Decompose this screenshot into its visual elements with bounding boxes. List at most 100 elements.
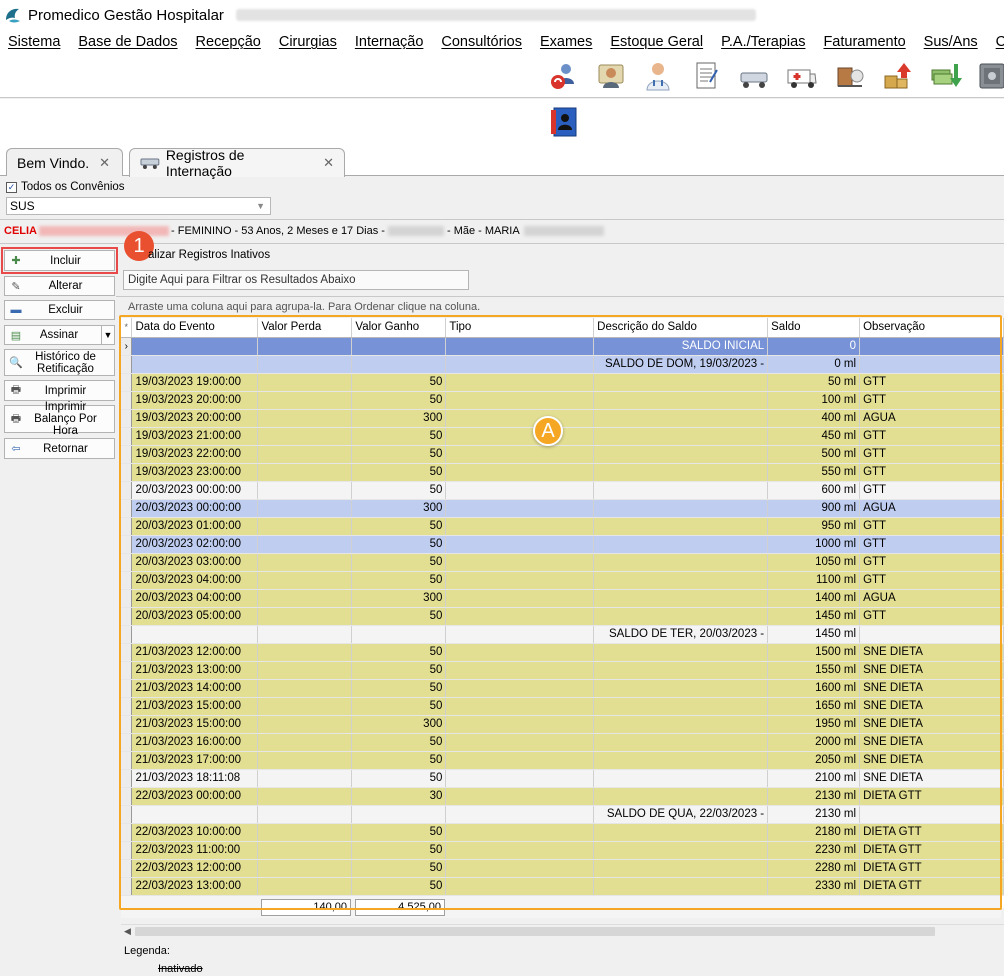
historico-retificacao-button[interactable]: 🔍 Histórico de Retificação	[4, 349, 115, 376]
safe-icon[interactable]	[976, 60, 1004, 92]
menu-faturamento[interactable]: Faturamento	[814, 34, 914, 50]
scrollbar-thumb[interactable]	[135, 927, 935, 936]
cell-data-evento: 20/03/2023 04:00:00	[131, 589, 259, 608]
table-row[interactable]: 20/03/2023 05:00:00 50 1450 ml GTT	[121, 607, 1004, 626]
table-row[interactable]: 21/03/2023 13:00:00 50 1550 ml SNE DIETA	[121, 661, 1004, 680]
cell-descricao-saldo	[593, 859, 769, 878]
table-row[interactable]: 22/03/2023 11:00:00 50 2230 ml DIETA GTT	[121, 841, 1004, 860]
table-row[interactable]: 21/03/2023 15:00:00 300 1950 ml SNE DIETA	[121, 715, 1004, 734]
table-row[interactable]: 20/03/2023 01:00:00 50 950 ml GTT	[121, 517, 1004, 536]
total-valor-ganho: 4.525,00	[355, 899, 445, 916]
column-observacao[interactable]: Observação	[859, 318, 1004, 338]
cell-valor-ganho: 50	[351, 373, 447, 392]
menu-consultorios[interactable]: Consultórios	[432, 34, 531, 50]
ambulance-icon[interactable]	[786, 60, 818, 92]
convenio-select[interactable]: SUS ▼	[6, 197, 271, 215]
table-row[interactable]: 20/03/2023 04:00:00 50 1100 ml GTT	[121, 571, 1004, 590]
table-row[interactable]: 20/03/2023 02:00:00 50 1000 ml GTT	[121, 535, 1004, 554]
pharmacy-icon[interactable]	[834, 60, 866, 92]
cell-valor-perda	[257, 445, 353, 464]
imprimir-balanco-button[interactable]: 🖶 Imprimir Balanço Por Hora	[4, 401, 115, 437]
table-row[interactable]: 20/03/2023 04:00:00 300 1400 ml AGUA	[121, 589, 1004, 608]
excluir-label: Excluir	[48, 304, 83, 316]
table-row[interactable]: SALDO DE QUA, 22/03/2023 -2130 ml	[121, 805, 1004, 824]
reception-icon[interactable]	[596, 60, 628, 92]
table-row[interactable]: 22/03/2023 00:00:00 30 2130 ml DIETA GTT	[121, 787, 1004, 806]
cell-observacao: SNE DIETA	[859, 715, 1004, 734]
tab-registros-internacao[interactable]: Registros de Internação ✕	[129, 147, 345, 179]
table-row[interactable]: 19/03/2023 23:00:00 50 550 ml GTT	[121, 463, 1004, 482]
table-row[interactable]: SALDO DE TER, 20/03/2023 -1450 ml	[121, 625, 1004, 644]
cell-valor-ganho: 50	[351, 841, 447, 860]
agenda-book-icon[interactable]	[548, 106, 580, 138]
row-indicator	[121, 859, 133, 878]
row-indicator	[121, 679, 133, 698]
assinar-dropdown-icon[interactable]: ▼	[101, 326, 114, 344]
table-row[interactable]: SALDO DE DOM, 19/03/2023 -0 ml	[121, 355, 1004, 374]
table-row[interactable]: 21/03/2023 15:00:00 50 1650 ml SNE DIETA	[121, 697, 1004, 716]
row-indicator	[121, 427, 133, 446]
todos-convenios-checkbox[interactable]: ✓	[6, 181, 17, 193]
column-data-evento[interactable]: Data do Evento	[131, 318, 259, 338]
table-row[interactable]: 21/03/2023 17:00:00 50 2050 ml SNE DIETA	[121, 751, 1004, 770]
users-sync-icon[interactable]	[548, 60, 580, 92]
menu-pa-terapias[interactable]: P.A./Terapias	[712, 34, 814, 50]
table-row[interactable]: 21/03/2023 12:00:00 50 1500 ml SNE DIETA	[121, 643, 1004, 662]
table-row[interactable]: 21/03/2023 18:11:08 50 2100 ml SNE DIETA	[121, 769, 1004, 788]
close-icon[interactable]: ✕	[323, 155, 334, 171]
menu-more[interactable]: C	[987, 34, 1004, 50]
table-row[interactable]: 22/03/2023 12:00:00 50 2280 ml DIETA GTT	[121, 859, 1004, 878]
table-row[interactable]: › SALDO INICIAL 0	[121, 337, 1004, 356]
table-row[interactable]: 19/03/2023 20:00:00 50 100 ml GTT	[121, 391, 1004, 410]
menu-base-de-dados[interactable]: Base de Dados	[69, 34, 186, 50]
row-indicator	[121, 571, 133, 590]
cell-observacao: SNE DIETA	[859, 697, 1004, 716]
incluir-button[interactable]: ✚ Incluir	[1, 247, 118, 274]
table-row[interactable]: 19/03/2023 19:00:00 50 50 ml GTT	[121, 373, 1004, 392]
cell-valor-perda	[257, 553, 353, 572]
imprimir-button[interactable]: 🖶 Imprimir	[4, 380, 115, 401]
column-tipo[interactable]: Tipo	[445, 318, 595, 338]
money-down-icon[interactable]	[930, 60, 962, 92]
table-row[interactable]: 20/03/2023 03:00:00 50 1050 ml GTT	[121, 553, 1004, 572]
menu-sistema[interactable]: Sistema	[0, 34, 69, 50]
balance-table: * Data do Evento Valor Perda Valor Ganho…	[121, 318, 1004, 896]
cell-valor-perda	[257, 355, 353, 374]
retornar-button[interactable]: ⇦ Retornar	[4, 438, 115, 459]
filter-input[interactable]: Digite Aqui para Filtrar os Resultados A…	[123, 270, 469, 290]
scroll-left-icon[interactable]: ◀	[124, 926, 131, 937]
cell-saldo: 2100 ml	[767, 769, 861, 788]
assinar-button[interactable]: ▤ Assinar ▼	[4, 325, 115, 345]
close-icon[interactable]: ✕	[99, 155, 110, 171]
table-row[interactable]: 19/03/2023 22:00:00 50 500 ml GTT	[121, 445, 1004, 464]
menu-cirurgias[interactable]: Cirurgias	[270, 34, 346, 50]
table-row[interactable]: 20/03/2023 00:00:00 50 600 ml GTT	[121, 481, 1004, 500]
document-icon[interactable]	[690, 60, 722, 92]
table-row[interactable]: 21/03/2023 14:00:00 50 1600 ml SNE DIETA	[121, 679, 1004, 698]
doctor-icon[interactable]	[642, 60, 674, 92]
menu-estoque-geral[interactable]: Estoque Geral	[601, 34, 712, 50]
cell-observacao: GTT	[859, 481, 1004, 500]
column-valor-ganho[interactable]: Valor Ganho	[351, 318, 447, 338]
boxes-up-icon[interactable]	[882, 60, 914, 92]
cell-observacao: SNE DIETA	[859, 643, 1004, 662]
column-valor-perda[interactable]: Valor Perda	[257, 318, 353, 338]
cell-saldo: 1400 ml	[767, 589, 861, 608]
table-row[interactable]: 22/03/2023 13:00:00 50 2330 ml DIETA GTT	[121, 877, 1004, 896]
table-row[interactable]: 21/03/2023 16:00:00 50 2000 ml SNE DIETA	[121, 733, 1004, 752]
horizontal-scrollbar[interactable]: ◀	[121, 924, 1004, 938]
column-saldo[interactable]: Saldo	[767, 318, 861, 338]
menu-internacao[interactable]: Internação	[346, 34, 433, 50]
menu-exames[interactable]: Exames	[531, 34, 601, 50]
table-row[interactable]: 19/03/2023 20:00:00 300 400 ml AGUA	[121, 409, 1004, 428]
table-row[interactable]: 22/03/2023 10:00:00 50 2180 ml DIETA GTT	[121, 823, 1004, 842]
excluir-button[interactable]: ▬ Excluir	[4, 300, 115, 320]
column-descricao-saldo[interactable]: Descrição do Saldo	[593, 318, 769, 338]
table-row[interactable]: 20/03/2023 00:00:00 300 900 ml AGUA	[121, 499, 1004, 518]
tab-bem-vindo[interactable]: Bem Vindo. ✕	[6, 148, 123, 176]
menu-recepcao[interactable]: Recepção	[187, 34, 270, 50]
alterar-button[interactable]: ✎ Alterar	[4, 276, 115, 296]
menu-sus-ans[interactable]: Sus/Ans	[915, 34, 987, 50]
inativos-option: alizar Registros Inativos	[124, 249, 270, 261]
ambulance-bed-icon[interactable]	[738, 60, 770, 92]
